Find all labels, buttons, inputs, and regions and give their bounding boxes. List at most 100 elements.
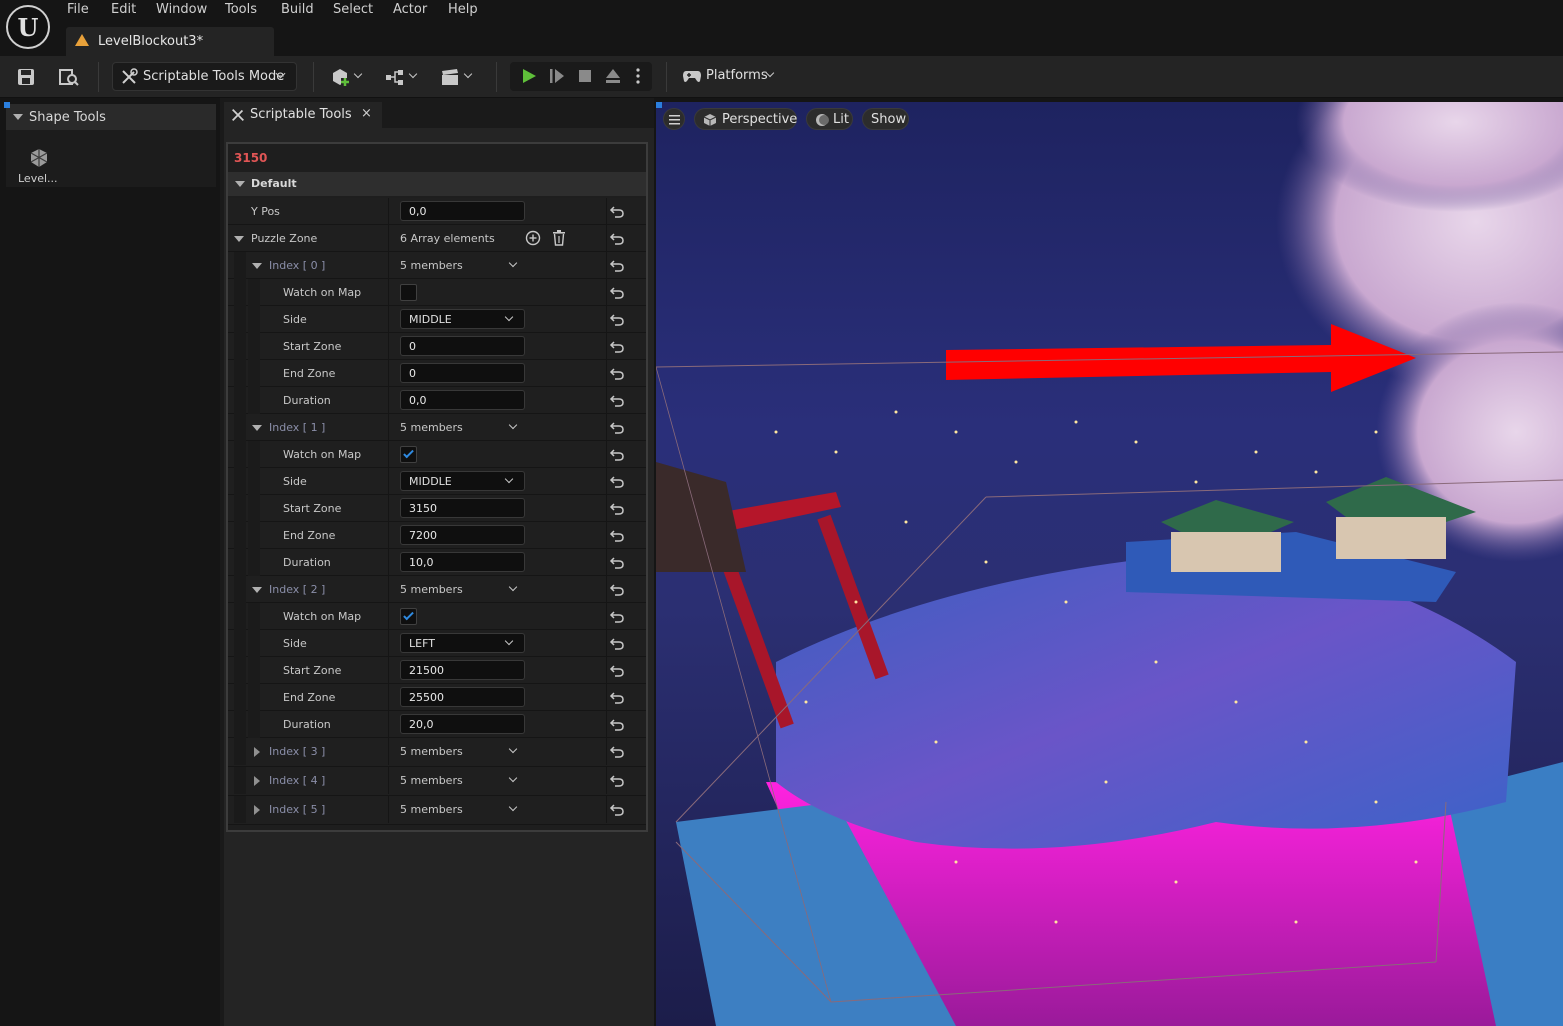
- collapse-arrow-icon[interactable]: [234, 236, 244, 242]
- reset-to-default-icon[interactable]: [609, 772, 625, 788]
- ypos-input[interactable]: 0,0: [400, 201, 525, 221]
- column-splitter[interactable]: [388, 796, 389, 823]
- side-dropdown[interactable]: MIDDLE: [400, 471, 525, 491]
- column-splitter[interactable]: [388, 225, 389, 252]
- add-actor-icon[interactable]: [330, 67, 350, 87]
- chevron-down-icon[interactable]: [408, 69, 418, 79]
- column-splitter[interactable]: [388, 711, 389, 738]
- column-splitter[interactable]: [388, 279, 389, 306]
- level-tool-label[interactable]: Level...: [18, 172, 58, 185]
- reset-to-default-icon[interactable]: [609, 365, 625, 381]
- reset-to-default-icon[interactable]: [609, 801, 625, 817]
- level-tool-icon[interactable]: [29, 148, 49, 168]
- viewport-menu-button[interactable]: [663, 108, 685, 130]
- chevron-down-icon[interactable]: [463, 69, 473, 79]
- platforms-button[interactable]: Platforms: [675, 62, 785, 91]
- chevron-down-icon[interactable]: [508, 582, 518, 592]
- reset-to-default-icon[interactable]: [609, 527, 625, 543]
- end-input[interactable]: 25500: [400, 687, 525, 707]
- show-button[interactable]: Show: [862, 108, 909, 130]
- watch-on-map-checkbox[interactable]: [400, 284, 417, 301]
- menu-select[interactable]: Select: [333, 2, 373, 20]
- column-splitter[interactable]: [388, 630, 389, 657]
- column-splitter[interactable]: [388, 414, 389, 441]
- trash-icon[interactable]: [552, 230, 566, 246]
- reset-to-default-icon[interactable]: [609, 392, 625, 408]
- column-splitter[interactable]: [388, 252, 389, 279]
- level-document-tab[interactable]: LevelBlockout3*: [66, 27, 274, 56]
- cinematics-icon[interactable]: [440, 67, 460, 87]
- play-icon[interactable]: [520, 67, 538, 85]
- eject-icon[interactable]: [604, 67, 622, 85]
- collapse-arrow-icon[interactable]: [252, 425, 262, 431]
- column-splitter[interactable]: [388, 549, 389, 576]
- reset-to-default-icon[interactable]: [609, 743, 625, 759]
- column-splitter[interactable]: [388, 767, 389, 794]
- save-icon[interactable]: [16, 67, 36, 87]
- reset-to-default-icon[interactable]: [609, 284, 625, 300]
- side-dropdown[interactable]: LEFT: [400, 633, 525, 653]
- column-splitter[interactable]: [388, 576, 389, 603]
- menu-edit[interactable]: Edit: [111, 2, 136, 20]
- column-splitter[interactable]: [388, 522, 389, 549]
- reset-to-default-icon[interactable]: [609, 662, 625, 678]
- blueprint-icon[interactable]: [385, 67, 405, 87]
- mode-selector-button[interactable]: Scriptable Tools Mode: [112, 62, 297, 91]
- collapse-arrow-icon[interactable]: [252, 587, 262, 593]
- reset-to-default-icon[interactable]: [609, 716, 625, 732]
- more-options-icon[interactable]: [634, 67, 642, 85]
- column-splitter[interactable]: [388, 738, 389, 765]
- category-default[interactable]: Default: [228, 172, 646, 196]
- reset-to-default-icon[interactable]: [609, 635, 625, 651]
- lit-button[interactable]: Lit: [806, 108, 853, 130]
- start-input[interactable]: 0: [400, 336, 525, 356]
- scriptable-tools-tab[interactable]: Scriptable Tools ×: [224, 102, 382, 128]
- chevron-down-icon[interactable]: [508, 773, 518, 783]
- unreal-logo-icon[interactable]: U: [6, 5, 50, 49]
- reset-to-default-icon[interactable]: [609, 581, 625, 597]
- chevron-down-icon[interactable]: [353, 69, 363, 79]
- menu-file[interactable]: File: [67, 2, 89, 20]
- shape-tools-header[interactable]: Shape Tools: [6, 104, 216, 130]
- advance-frame-icon[interactable]: [548, 67, 566, 85]
- end-input[interactable]: 0: [400, 363, 525, 383]
- browse-content-icon[interactable]: [59, 67, 79, 87]
- reset-to-default-icon[interactable]: [609, 500, 625, 516]
- menu-actor[interactable]: Actor: [393, 2, 427, 20]
- expand-arrow-icon[interactable]: [254, 776, 260, 786]
- end-input[interactable]: 7200: [400, 525, 525, 545]
- column-splitter[interactable]: [388, 657, 389, 684]
- reset-to-default-icon[interactable]: [609, 338, 625, 354]
- reset-to-default-icon[interactable]: [609, 311, 625, 327]
- reset-to-default-icon[interactable]: [609, 419, 625, 435]
- duration-input[interactable]: 20,0: [400, 714, 525, 734]
- perspective-button[interactable]: Perspective: [694, 108, 797, 130]
- column-splitter[interactable]: [388, 387, 389, 414]
- reset-to-default-icon[interactable]: [609, 554, 625, 570]
- add-element-icon[interactable]: [525, 230, 541, 246]
- level-viewport[interactable]: Perspective Lit Show: [656, 102, 1563, 1026]
- reset-to-default-icon[interactable]: [609, 230, 625, 246]
- column-splitter[interactable]: [388, 468, 389, 495]
- column-splitter[interactable]: [388, 495, 389, 522]
- column-splitter[interactable]: [388, 333, 389, 360]
- chevron-down-icon[interactable]: [508, 802, 518, 812]
- reset-to-default-icon[interactable]: [609, 203, 625, 219]
- reset-to-default-icon[interactable]: [609, 257, 625, 273]
- duration-input[interactable]: 0,0: [400, 390, 525, 410]
- watch-on-map-checkbox[interactable]: [400, 608, 417, 625]
- menu-window[interactable]: Window: [156, 2, 207, 20]
- start-input[interactable]: 3150: [400, 498, 525, 518]
- side-dropdown[interactable]: MIDDLE: [400, 309, 525, 329]
- column-splitter[interactable]: [388, 603, 389, 630]
- reset-to-default-icon[interactable]: [609, 446, 625, 462]
- column-splitter[interactable]: [388, 360, 389, 387]
- duration-input[interactable]: 10,0: [400, 552, 525, 572]
- chevron-down-icon[interactable]: [508, 744, 518, 754]
- collapse-arrow-icon[interactable]: [252, 263, 262, 269]
- column-splitter[interactable]: [388, 306, 389, 333]
- column-splitter[interactable]: [388, 684, 389, 711]
- stop-icon[interactable]: [576, 67, 594, 85]
- expand-arrow-icon[interactable]: [254, 747, 260, 757]
- chevron-down-icon[interactable]: [508, 258, 518, 268]
